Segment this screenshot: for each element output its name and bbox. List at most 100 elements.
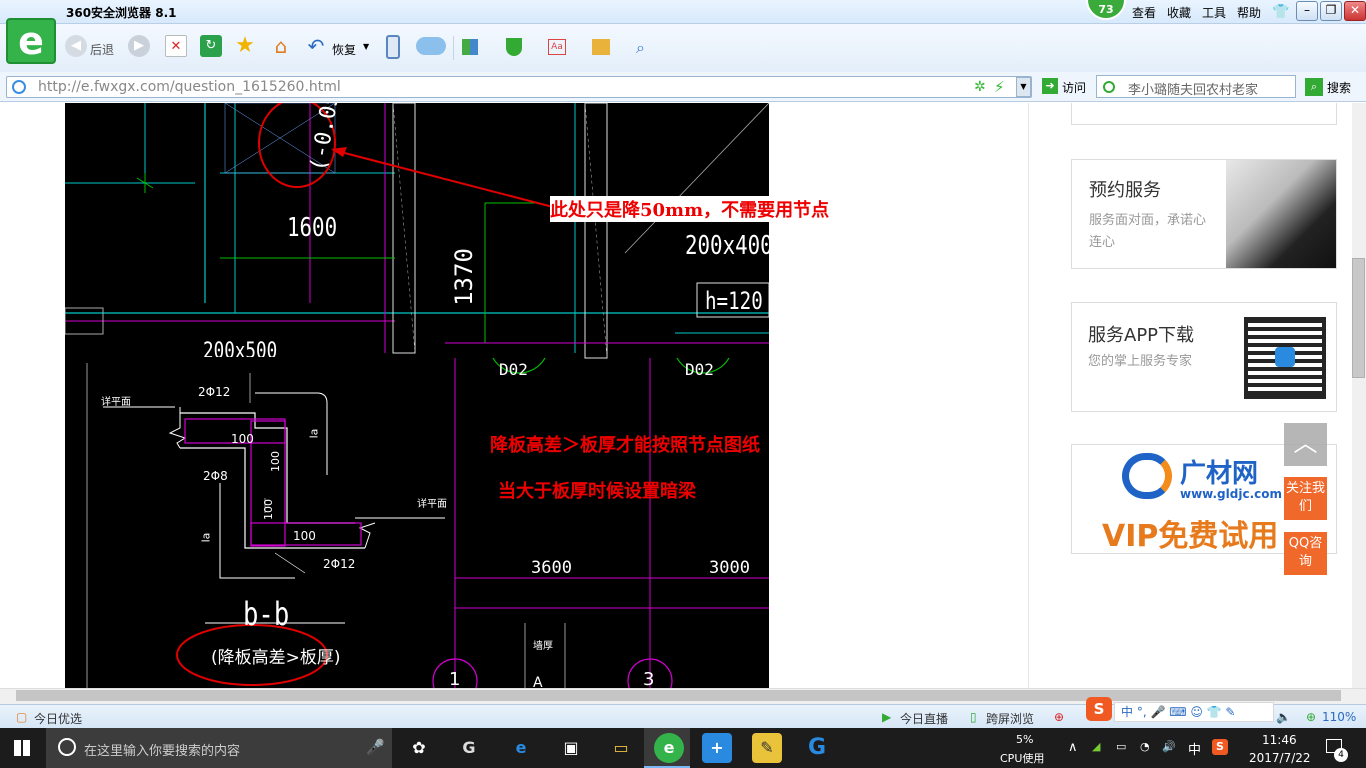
plus-icon[interactable]: ⊕: [1054, 710, 1064, 724]
glodon-icon[interactable]: G: [802, 733, 832, 763]
taskbar-search-input[interactable]: 在这里输入你要搜索的内容: [84, 740, 240, 759]
vertical-scrollbar[interactable]: [1352, 103, 1366, 688]
taskbar-app-icon[interactable]: G: [454, 733, 484, 763]
back-icon[interactable]: ◀: [65, 35, 87, 57]
toolbar-separator: [453, 36, 454, 60]
clock-date[interactable]: 2017/7/22: [1249, 751, 1311, 765]
mobile-icon[interactable]: [386, 35, 400, 59]
sidebar-divider: [1028, 103, 1029, 688]
back-label[interactable]: 后退: [90, 41, 114, 58]
translate-icon[interactable]: Aa: [548, 39, 566, 55]
cad-dim-100: 100: [269, 451, 282, 472]
search-input[interactable]: 李小璐随夫回农村老家: [1128, 79, 1258, 98]
forward-icon[interactable]: ▶: [128, 35, 150, 57]
home-icon[interactable]: ⌂: [270, 35, 292, 57]
cad-section-label: b-b: [243, 595, 290, 633]
today-picks-link[interactable]: 今日优选: [34, 710, 82, 727]
screenshot-icon[interactable]: [592, 39, 610, 55]
cad-dim-100: 100: [293, 529, 316, 543]
refresh-icon[interactable]: ↻: [200, 35, 222, 57]
wifi-icon[interactable]: ◔: [1140, 740, 1150, 753]
cad-lines: [65, 103, 769, 688]
cad-rebar-label: 2Φ12: [323, 557, 356, 571]
chevron-up-icon[interactable]: ∧: [1068, 740, 1078, 755]
sogou-tray-icon[interactable]: S: [1212, 739, 1228, 755]
ad-url: www.gldjc.com: [1180, 487, 1282, 501]
window-title: 360安全浏览器 8.1: [66, 6, 177, 20]
go-icon[interactable]: ➜: [1042, 78, 1058, 94]
title-bar: [0, 0, 1366, 24]
zoom-icon[interactable]: ⊕: [1306, 710, 1316, 724]
menu-tools[interactable]: 工具: [1202, 4, 1226, 21]
restore-label[interactable]: 恢复: [332, 41, 356, 58]
back-to-top-button[interactable]: ︿: [1284, 423, 1327, 466]
sogou-ime-icon[interactable]: S: [1086, 697, 1112, 721]
store-icon[interactable]: ▣: [556, 733, 586, 763]
search-icon[interactable]: ⌕: [1305, 78, 1323, 96]
cad-anchorage-label: la: [307, 428, 321, 439]
taskbar-app-icon[interactable]: +: [702, 733, 732, 763]
go-button[interactable]: 访问: [1062, 79, 1086, 96]
service-card[interactable]: 预约服务 服务面对面，承诺心连心: [1071, 159, 1337, 269]
qq-consult-button[interactable]: QQ咨询: [1284, 532, 1327, 575]
phone-icon[interactable]: ▯: [970, 710, 977, 724]
notification-count[interactable]: 4: [1334, 748, 1348, 762]
speaker-icon[interactable]: 🔊: [1162, 740, 1176, 753]
cad-axis-label: 3: [643, 669, 655, 688]
close-button[interactable]: ✕: [1344, 1, 1366, 21]
shield-icon[interactable]: [506, 38, 522, 56]
lightning-icon[interactable]: ⚡: [994, 78, 1005, 96]
360-browser-taskbar-icon[interactable]: e: [654, 733, 684, 763]
zoom-icon[interactable]: ⌕: [636, 38, 645, 58]
cad-tag-d02: D02: [685, 360, 714, 379]
cad-dim-1370: 1370: [449, 248, 478, 306]
maximize-button[interactable]: ❐: [1320, 1, 1342, 21]
taskbar-app-icon[interactable]: ✎: [752, 733, 782, 763]
url-dropdown-icon[interactable]: ▼: [1016, 77, 1031, 97]
nvidia-icon[interactable]: ◢: [1092, 740, 1100, 753]
stop-icon[interactable]: ✕: [165, 35, 187, 57]
restore-icon[interactable]: ↶: [305, 35, 327, 57]
file-explorer-icon[interactable]: ▭: [606, 733, 636, 763]
chevron-down-icon[interactable]: ▼: [363, 42, 369, 51]
cpu-label: CPU使用: [1000, 752, 1045, 765]
apps-icon[interactable]: [462, 39, 478, 55]
skin-icon[interactable]: 👕: [1272, 4, 1289, 20]
clock-time[interactable]: 11:46: [1262, 733, 1297, 747]
url-input[interactable]: http://e.fwxgx.com/question_1615260.html: [38, 79, 341, 95]
search-button[interactable]: 搜索: [1327, 79, 1351, 96]
vertical-scrollbar-thumb[interactable]: [1352, 258, 1365, 378]
search-engine-icon[interactable]: [1103, 81, 1115, 93]
annotation-note: 当大于板厚时候设置暗梁: [498, 481, 696, 502]
gift-icon[interactable]: ▢: [16, 710, 27, 724]
ime-toolbar[interactable]: 中 °, 🎤 ⌨ ☺ 👕 ✎: [1114, 702, 1274, 722]
cortana-icon[interactable]: [58, 738, 76, 756]
taskbar-app-icon[interactable]: ✿: [404, 733, 434, 763]
favorite-star-icon[interactable]: ★: [234, 35, 256, 57]
volume-icon[interactable]: 🔈: [1276, 710, 1291, 724]
minimize-button[interactable]: –: [1296, 1, 1318, 21]
cad-drawing-image: (-0.05) 1600 1370 200x400 200x500 h=120 …: [65, 103, 773, 688]
cad-span-3000: 3000: [709, 558, 750, 578]
horizontal-scrollbar-thumb[interactable]: [16, 690, 1341, 701]
live-link[interactable]: 今日直播: [900, 710, 948, 727]
app-download-card[interactable]: 服务APP下载 您的掌上服务专家: [1071, 302, 1337, 412]
play-icon[interactable]: ▶: [882, 710, 891, 724]
windows-start-icon[interactable]: [14, 740, 30, 756]
battery-icon[interactable]: ▭: [1116, 740, 1126, 753]
menu-favorites[interactable]: 收藏: [1167, 4, 1191, 21]
cad-tag-d02: D02: [499, 360, 528, 379]
menu-help[interactable]: 帮助: [1237, 4, 1261, 21]
edge-browser-icon[interactable]: e: [506, 733, 536, 763]
cross-screen-link[interactable]: 跨屏浏览: [986, 710, 1034, 727]
browser-logo-icon[interactable]: e: [6, 18, 56, 64]
cad-slab-thickness: h=120: [705, 287, 763, 315]
zoom-level[interactable]: 110%: [1322, 710, 1356, 724]
menu-view[interactable]: 查看: [1132, 4, 1156, 21]
cad-dim-100: 100: [262, 499, 275, 520]
cloud-icon[interactable]: [416, 37, 446, 55]
follow-us-button[interactable]: 关注我们: [1284, 477, 1327, 520]
microphone-icon[interactable]: 🎤: [366, 738, 385, 756]
app-logo-icon: [1275, 347, 1295, 367]
ime-mode[interactable]: 中: [1188, 739, 1201, 758]
